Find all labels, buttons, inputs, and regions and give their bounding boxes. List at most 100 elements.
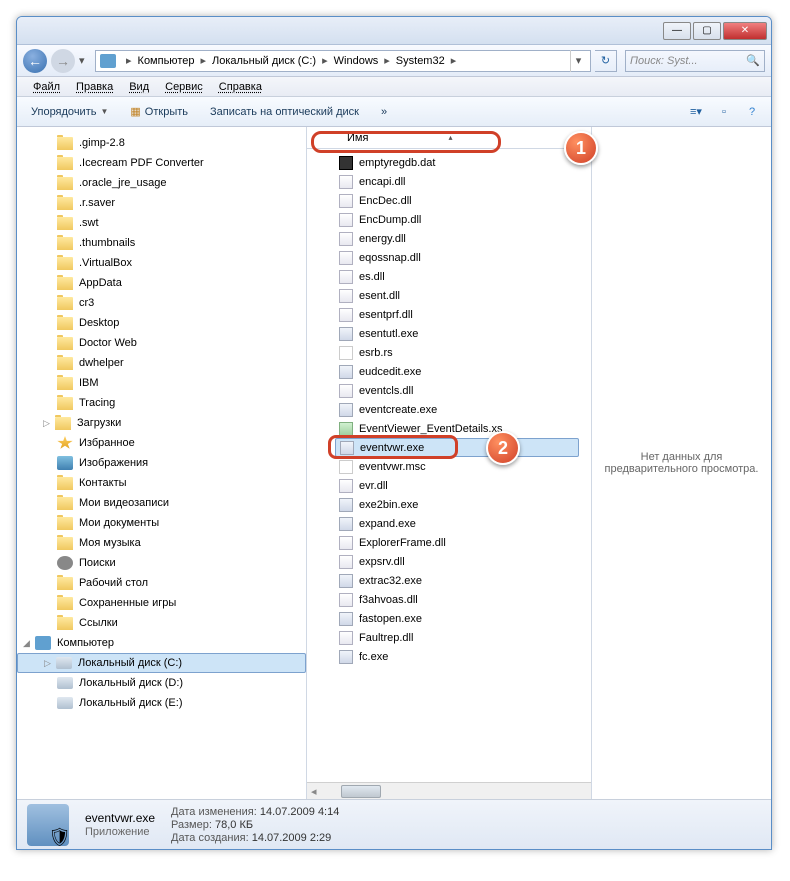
file-row[interactable]: ExplorerFrame.dll: [335, 533, 579, 552]
tree-item[interactable]: Контакты: [17, 473, 306, 493]
tree-item[interactable]: .r.saver: [17, 193, 306, 213]
menu-file[interactable]: Файл: [25, 80, 68, 94]
tree-item[interactable]: IBM: [17, 373, 306, 393]
file-row[interactable]: eventcls.dll: [335, 381, 579, 400]
tree-item[interactable]: Ссылки: [17, 613, 306, 633]
tree-item[interactable]: Desktop: [17, 313, 306, 333]
crumb-windows[interactable]: Windows: [332, 55, 381, 67]
menu-tools[interactable]: Сервис: [157, 80, 211, 94]
file-row[interactable]: esent.dll: [335, 286, 579, 305]
file-row[interactable]: emptyregdb.dat: [335, 153, 579, 172]
horizontal-scrollbar[interactable]: ◂: [307, 782, 591, 799]
tree-item-label: Контакты: [79, 477, 127, 489]
tree-item[interactable]: .swt: [17, 213, 306, 233]
file-row[interactable]: esentprf.dll: [335, 305, 579, 324]
file-row[interactable]: EventViewer_EventDetails.xs: [335, 419, 579, 438]
file-row[interactable]: fc.exe: [335, 647, 579, 666]
file-row[interactable]: energy.dll: [335, 229, 579, 248]
tree-item[interactable]: Рабочий стол: [17, 573, 306, 593]
tree-item[interactable]: Избранное: [17, 433, 306, 453]
tree-item[interactable]: Doctor Web: [17, 333, 306, 353]
tree-item[interactable]: cr3: [17, 293, 306, 313]
file-row[interactable]: esentutl.exe: [335, 324, 579, 343]
file-row[interactable]: extrac32.exe: [335, 571, 579, 590]
search-input[interactable]: Поиск: Syst... 🔍: [625, 50, 765, 72]
file-row[interactable]: exe2bin.exe: [335, 495, 579, 514]
tree-drive[interactable]: Локальный диск (D:): [17, 673, 306, 693]
tree-item[interactable]: .VirtualBox: [17, 253, 306, 273]
forward-button[interactable]: →: [51, 49, 75, 73]
crumb-sep-icon[interactable]: ▸: [196, 54, 210, 67]
crumb-sep-icon[interactable]: ▸: [122, 54, 136, 67]
tree-item[interactable]: Изображения: [17, 453, 306, 473]
tree-item[interactable]: Моя музыка: [17, 533, 306, 553]
file-row[interactable]: fastopen.exe: [335, 609, 579, 628]
tree-item[interactable]: .gimp-2.8: [17, 133, 306, 153]
history-dropdown[interactable]: ▾: [79, 49, 91, 73]
file-exe-icon: [339, 517, 353, 531]
tree-item[interactable]: Сохраненные игры: [17, 593, 306, 613]
crumb-computer[interactable]: Компьютер: [136, 55, 197, 67]
tree-drive[interactable]: ▷Локальный диск (C:): [17, 653, 306, 673]
column-header-name[interactable]: Имя ▴: [307, 127, 591, 149]
tree-item[interactable]: ▷Загрузки: [17, 413, 306, 433]
file-row[interactable]: EncDump.dll: [335, 210, 579, 229]
file-row[interactable]: eqossnap.dll: [335, 248, 579, 267]
search-icon[interactable]: 🔍: [746, 54, 760, 67]
tree-item[interactable]: Tracing: [17, 393, 306, 413]
expander-icon[interactable]: ◢: [23, 638, 35, 649]
crumb-system32[interactable]: System32: [394, 55, 447, 67]
file-exe-icon: [339, 574, 353, 588]
file-row[interactable]: esrb.rs: [335, 343, 579, 362]
file-row[interactable]: f3ahvoas.dll: [335, 590, 579, 609]
addressbar-dropdown[interactable]: ▾: [570, 50, 586, 72]
expander-icon[interactable]: ▷: [43, 418, 55, 429]
file-row[interactable]: eventvwr.exe2: [335, 438, 579, 457]
open-button[interactable]: ▦Открыть: [124, 103, 194, 120]
tree-item[interactable]: .thumbnails: [17, 233, 306, 253]
back-button[interactable]: ←: [23, 49, 47, 73]
tree-computer[interactable]: ◢Компьютер: [17, 633, 306, 653]
file-row[interactable]: EncDec.dll: [335, 191, 579, 210]
tree-item[interactable]: AppData: [17, 273, 306, 293]
tree-item[interactable]: .Icecream PDF Converter: [17, 153, 306, 173]
tree-drive[interactable]: Локальный диск (E:): [17, 693, 306, 713]
menu-edit[interactable]: Правка: [68, 80, 121, 94]
organize-button[interactable]: Упорядочить▼: [25, 104, 114, 120]
sidebar-tree[interactable]: .gimp-2.8.Icecream PDF Converter.oracle_…: [17, 127, 307, 799]
file-row[interactable]: expsrv.dll: [335, 552, 579, 571]
view-mode-button[interactable]: ≡▾: [685, 101, 707, 123]
tree-item[interactable]: Поиски: [17, 553, 306, 573]
tree-item[interactable]: dwhelper: [17, 353, 306, 373]
preview-pane-button[interactable]: ▫: [713, 101, 735, 123]
crumb-sep-icon[interactable]: ▸: [447, 54, 461, 67]
crumb-sep-icon[interactable]: ▸: [380, 54, 394, 67]
address-bar[interactable]: ▸ Компьютер ▸ Локальный диск (C:) ▸ Wind…: [95, 50, 591, 72]
tree-item[interactable]: Мои документы: [17, 513, 306, 533]
file-row[interactable]: encapi.dll: [335, 172, 579, 191]
crumb-sep-icon[interactable]: ▸: [318, 54, 332, 67]
file-row[interactable]: es.dll: [335, 267, 579, 286]
file-row[interactable]: Faultrep.dll: [335, 628, 579, 647]
minimize-button[interactable]: —: [663, 22, 691, 40]
menu-view[interactable]: Вид: [121, 80, 157, 94]
file-row[interactable]: eventvwr.msc: [335, 457, 579, 476]
expander-icon[interactable]: ▷: [44, 658, 56, 669]
close-button[interactable]: ✕: [723, 22, 767, 40]
file-row[interactable]: eudcedit.exe: [335, 362, 579, 381]
crumb-drive[interactable]: Локальный диск (C:): [210, 55, 318, 67]
file-row[interactable]: expand.exe: [335, 514, 579, 533]
maximize-button[interactable]: ▢: [693, 22, 721, 40]
burn-button[interactable]: Записать на оптический диск: [204, 104, 365, 120]
menu-help[interactable]: Справка: [211, 80, 270, 94]
file-row[interactable]: eventcreate.exe: [335, 400, 579, 419]
more-button[interactable]: »: [375, 104, 393, 120]
file-list[interactable]: emptyregdb.datencapi.dllEncDec.dllEncDum…: [307, 149, 591, 782]
file-row[interactable]: evr.dll: [335, 476, 579, 495]
refresh-button[interactable]: ↻: [595, 50, 617, 72]
help-button[interactable]: ?: [741, 101, 763, 123]
tree-item[interactable]: Мои видеозаписи: [17, 493, 306, 513]
tree-item[interactable]: .oracle_jre_usage: [17, 173, 306, 193]
folder-icon: [57, 297, 73, 310]
status-created-value: 14.07.2009 2:29: [252, 832, 332, 844]
